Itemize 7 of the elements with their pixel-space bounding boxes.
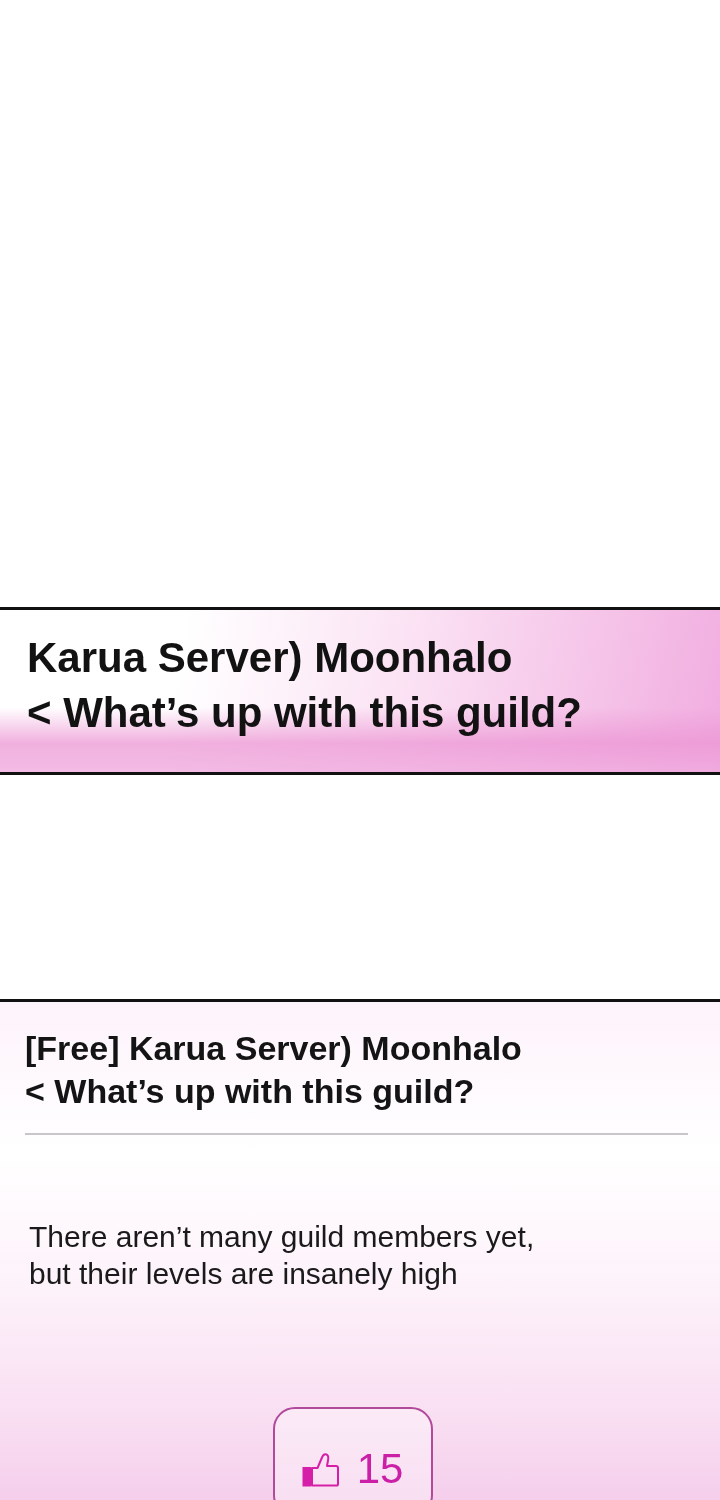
thumbs-up-icon [301, 1452, 339, 1487]
post-title: [Free] Karua Server) Moonhalo [25, 1028, 522, 1069]
like-button[interactable]: 15 [272, 1407, 433, 1500]
banner-title: Karua Server) Moonhalo [27, 633, 513, 683]
post-subtitle: < What’s up with this guild? [25, 1071, 475, 1112]
banner-subtitle: < What’s up with this guild? [27, 688, 582, 738]
post-body-text: There aren’t many guild members yet, but their levels are insanely high [29, 1219, 535, 1292]
